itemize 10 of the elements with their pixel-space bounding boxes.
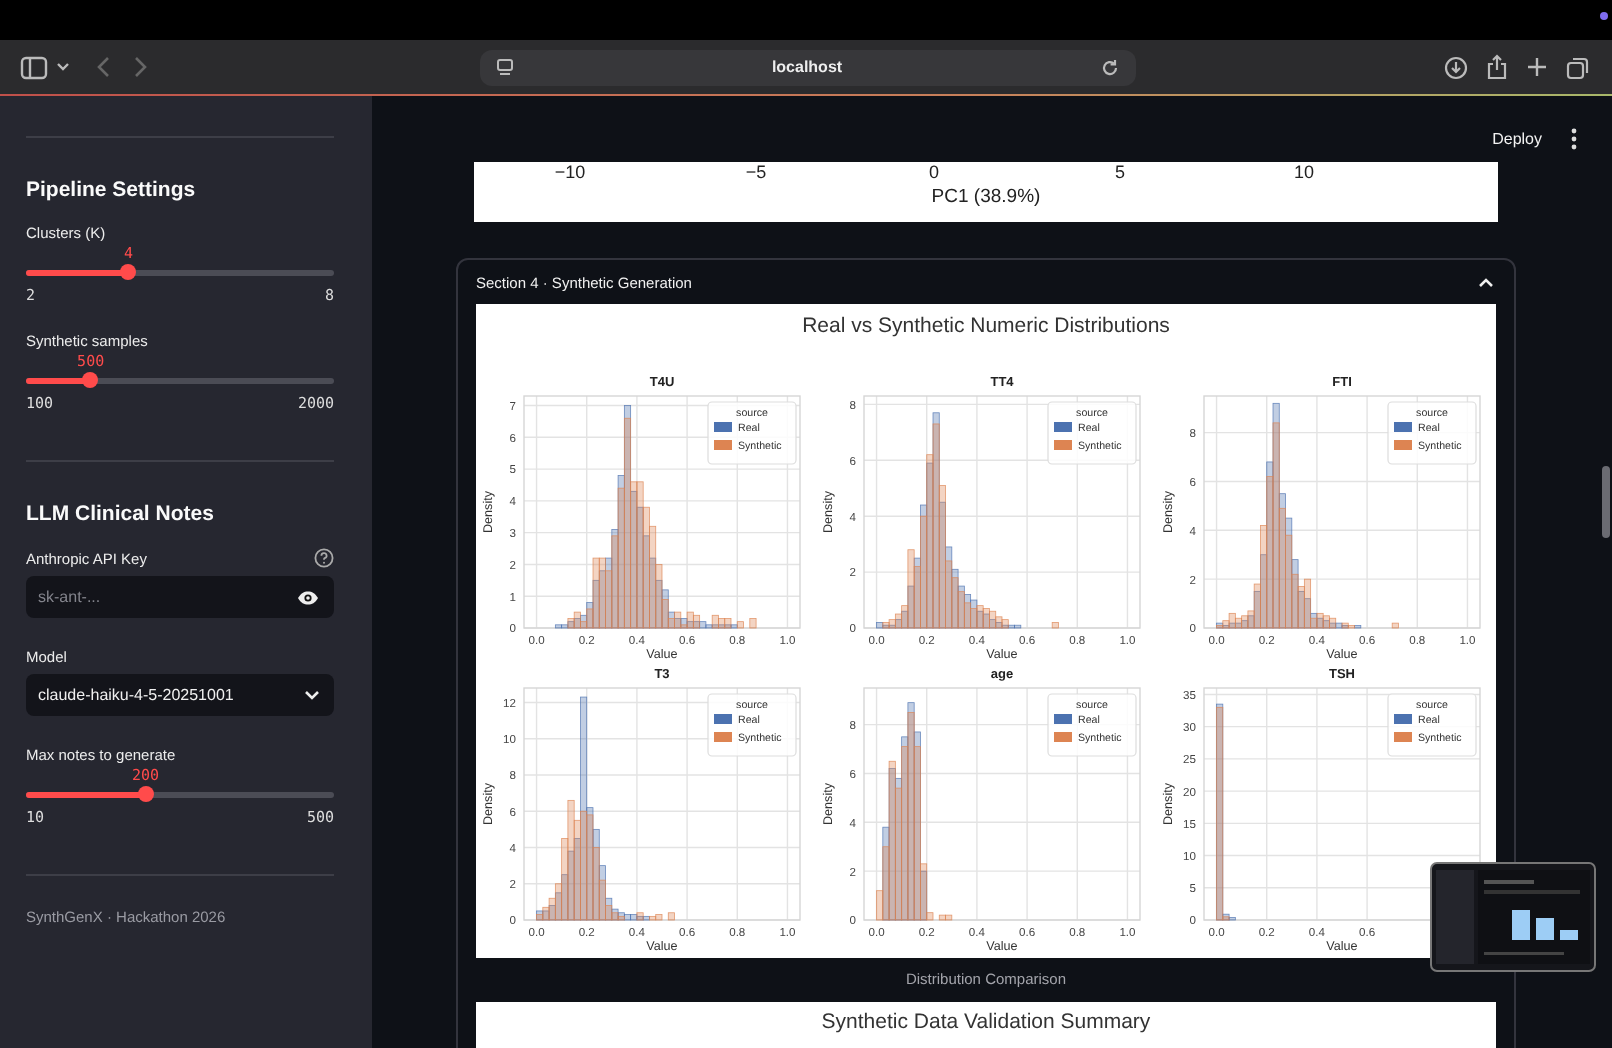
axis-tick-label: −5 bbox=[745, 162, 767, 182]
axis-tick-label: 0 bbox=[929, 162, 939, 182]
axis-tick-label: −10 bbox=[554, 162, 586, 182]
section-heading: LLM Clinical Notes bbox=[26, 502, 216, 526]
section-heading: Pipeline Settings bbox=[26, 178, 198, 202]
figure-title: Real vs Synthetic Numeric Distributions bbox=[802, 314, 1170, 342]
axis-tick-label: 10 bbox=[1294, 162, 1314, 182]
axis-label: PC1 (38.9%) bbox=[931, 186, 1041, 208]
figure-title: Synthetic Data Validation Summary bbox=[821, 1010, 1151, 1038]
axis-tick-label: 5 bbox=[1115, 162, 1125, 182]
